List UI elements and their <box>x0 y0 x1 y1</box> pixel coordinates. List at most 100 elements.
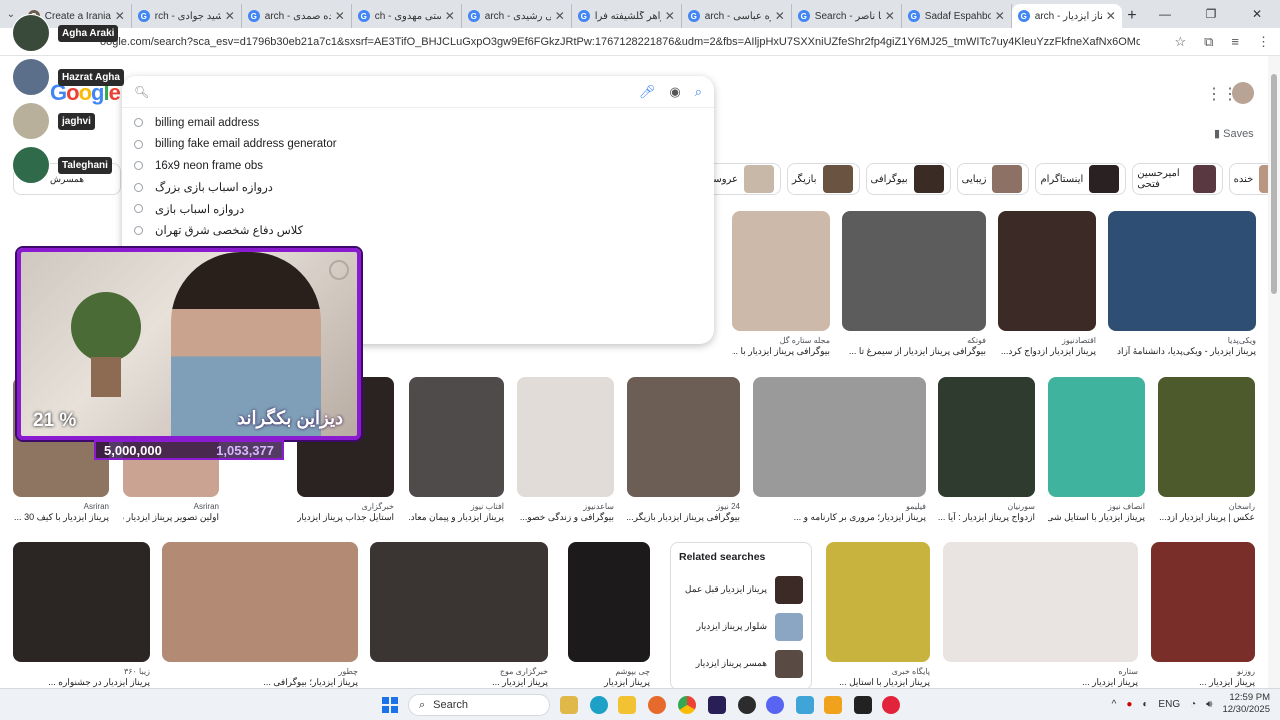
image-result[interactable]: سورنیان ازدواج پریناز ایزدیار : آیا ... <box>938 377 1035 524</box>
epic-games-icon[interactable] <box>854 696 872 714</box>
filter-chip[interactable]: اینستاگرام <box>1035 163 1127 195</box>
result-source[interactable]: ویکی‌پدیا <box>1108 336 1256 346</box>
search-suggestion[interactable]: billing fake email address generator <box>122 134 714 156</box>
result-thumbnail[interactable] <box>826 542 930 662</box>
image-result[interactable]: فوتکه بیوگرافی پریناز ایزدیار از سیمرغ تا… <box>842 211 986 358</box>
scrollbar-thumb[interactable] <box>1271 74 1277 294</box>
browser-tab[interactable]: G Sadaf Espahbodi ✕ <box>902 4 1012 28</box>
tab-close-icon[interactable]: ✕ <box>775 9 785 23</box>
result-caption[interactable]: بیوگرافی پریناز ایزدیار از سیمرغ تا ... <box>842 346 986 358</box>
discord-icon[interactable] <box>766 696 784 714</box>
tab-close-icon[interactable]: ✕ <box>665 9 675 23</box>
page-scrollbar[interactable] <box>1268 56 1280 688</box>
filter-chip[interactable]: امیرحسین فتحی <box>1132 163 1223 195</box>
result-source[interactable]: راسخان <box>1158 502 1255 512</box>
tab-close-icon[interactable]: ✕ <box>555 9 565 23</box>
wifi-icon[interactable]: ◔ <box>1190 699 1196 710</box>
result-source[interactable]: پایگاه خبری <box>826 667 930 677</box>
result-source[interactable]: مجله ستاره گل <box>732 336 830 346</box>
result-caption[interactable]: پریناز ایزدیار با کیف 30 ... <box>13 512 109 524</box>
tab-close-icon[interactable]: ✕ <box>445 9 455 23</box>
result-thumbnail[interactable] <box>370 542 548 662</box>
chrome-icon[interactable] <box>678 696 696 714</box>
result-source[interactable]: 24 نیوز <box>627 502 740 512</box>
result-thumbnail[interactable] <box>732 211 830 331</box>
image-result[interactable]: مجله ستاره گل بیوگرافی پریناز ایزدیار با … <box>732 211 830 358</box>
result-source[interactable]: Asriran <box>123 502 219 512</box>
language-indicator[interactable]: ENG <box>1158 699 1180 710</box>
edge-icon[interactable] <box>590 696 608 714</box>
search-submit-icon[interactable]: ⌕ <box>695 84 702 100</box>
result-caption[interactable]: ازدواج پریناز ایزدیار : آیا ... <box>938 512 1035 524</box>
result-caption[interactable]: پریناز ایزدیار - ویکی‌پدیا، دانشنامهٔ آز… <box>1108 346 1256 358</box>
browser-tab[interactable]: Grch - مهشید جوادی ✕ <box>132 4 242 28</box>
minimize-button[interactable]: — <box>1142 0 1188 28</box>
url-field[interactable]: oogle.com/search?sca_esv=d1796b30eb21a7c… <box>100 36 1140 48</box>
file-explorer-icon[interactable] <box>618 696 636 714</box>
lens-icon[interactable]: ◉ <box>669 84 680 100</box>
browser-tab[interactable]: Garch - گلاره عباسی ✕ <box>682 4 792 28</box>
result-thumbnail[interactable] <box>1048 377 1145 497</box>
search-suggestion[interactable]: 16x9 neon frame obs <box>122 155 714 177</box>
result-source[interactable]: فوتکه <box>842 336 986 346</box>
app-m-icon[interactable] <box>824 696 842 714</box>
result-source[interactable]: سورنیان <box>938 502 1035 512</box>
tab-close-icon[interactable]: ✕ <box>225 9 235 23</box>
widgets-icon[interactable] <box>560 696 578 714</box>
browser-tab[interactable]: Garch - پریناز ایزدیار ✕ <box>1011 4 1122 28</box>
filter-chip[interactable]: بازیگر <box>787 163 860 195</box>
result-source[interactable]: چی بپوشم <box>568 667 650 677</box>
result-thumbnail[interactable] <box>1108 211 1256 331</box>
result-caption[interactable]: پریناز ایزدیار با استایل شی... <box>1048 512 1145 524</box>
tab-close-icon[interactable]: ✕ <box>885 9 895 23</box>
result-source[interactable]: آفتاب نیوز <box>409 502 504 512</box>
result-thumbnail[interactable] <box>753 377 926 497</box>
image-result[interactable]: پایگاه خبری پریناز ایزدیار با استایل ... <box>826 542 930 689</box>
tray-app-icon[interactable]: ● <box>1126 699 1132 710</box>
result-thumbnail[interactable] <box>998 211 1096 331</box>
close-window-button[interactable]: ✕ <box>1234 0 1280 28</box>
tab-close-icon[interactable]: ✕ <box>995 9 1005 23</box>
filter-chip[interactable]: زیبایی <box>956 163 1030 195</box>
voice-search-icon[interactable]: 🎤︎ <box>639 84 656 100</box>
result-thumbnail[interactable] <box>627 377 740 497</box>
result-source[interactable]: زیبا ۳۶۰ <box>13 667 150 677</box>
result-source[interactable]: چطور <box>162 667 358 677</box>
tray-chevron-icon[interactable]: ^ <box>1112 699 1117 710</box>
result-source[interactable]: روزنو <box>1151 667 1255 677</box>
result-source[interactable]: Asriran <box>13 502 109 512</box>
search-box[interactable]: 🔍︎ 🎤︎ ◉ ⌕ <box>122 76 714 108</box>
image-result[interactable]: انصاف نیوز پریناز ایزدیار با استایل شی... <box>1048 377 1145 524</box>
result-caption[interactable]: عکس | پریناز ایزدیار ازد... <box>1158 512 1255 524</box>
browser-tab[interactable]: G Search - یکتا ناصر ✕ <box>792 4 902 28</box>
firefox-icon[interactable] <box>648 696 666 714</box>
result-thumbnail[interactable] <box>409 377 504 497</box>
result-thumbnail[interactable] <box>1158 377 1255 497</box>
result-caption[interactable]: پریناز ایزدیار ازدواج کرد... <box>998 346 1096 358</box>
result-thumbnail[interactable] <box>938 377 1035 497</box>
tab-close-icon[interactable]: ✕ <box>335 9 345 23</box>
result-thumbnail[interactable] <box>1151 542 1255 662</box>
search-suggestion[interactable]: billing email address <box>122 112 714 134</box>
result-caption[interactable]: بیوگرافی پریناز ایزدیار با ... <box>732 346 830 358</box>
result-caption[interactable]: پریناز ایزدیار و پیمان معاد... <box>409 512 504 524</box>
tray-shield-icon[interactable]: ◐ <box>1142 699 1148 710</box>
result-thumbnail[interactable] <box>842 211 986 331</box>
menu-icon[interactable]: ⋮ <box>1257 34 1270 50</box>
result-source[interactable]: اقتصادنیوز <box>998 336 1096 346</box>
image-result[interactable]: ستاره پریناز ایزدیار ... <box>943 542 1138 689</box>
image-result[interactable]: چی بپوشم پریناز ایزدیار <box>568 542 650 689</box>
result-source[interactable]: ستاره <box>943 667 1138 677</box>
search-suggestion[interactable]: کلاس دفاع شخصی شرق تهران <box>122 220 714 242</box>
related-search-item[interactable]: شلوار پریناز ایزدیار <box>679 608 803 645</box>
image-result[interactable]: روزنو پریناز ایزدیار ... <box>1151 542 1255 689</box>
browser-tab[interactable]: Gch - هستی مهدوی ✕ <box>352 4 462 28</box>
result-source[interactable]: فیلیمو <box>753 502 926 512</box>
media-icon[interactable]: ≡ <box>1231 34 1239 50</box>
image-result[interactable]: فیلیمو پریناز ایزدیار؛ مروری بر کارنامه و… <box>753 377 926 524</box>
taskbar-search[interactable]: ⌕ Search <box>408 694 550 716</box>
related-search-item[interactable]: همسر پریناز ایزدیار <box>679 645 803 682</box>
saves-link[interactable]: ▮ Saves <box>1214 127 1254 140</box>
result-thumbnail[interactable] <box>162 542 358 662</box>
obs-icon[interactable] <box>738 696 756 714</box>
